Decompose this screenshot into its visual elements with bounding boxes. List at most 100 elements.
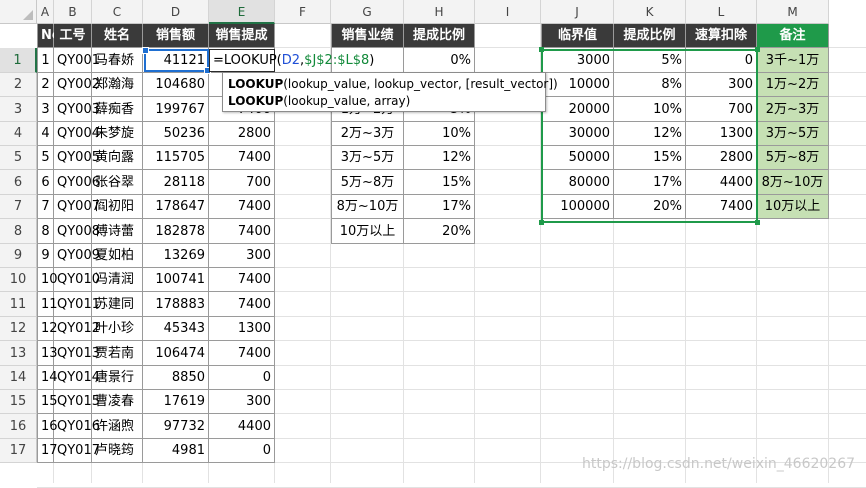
main-table-cell[interactable]: 178883 [143,292,209,317]
main-table-cell[interactable]: 7400 [209,195,275,219]
main-table-cell[interactable]: 3 [37,97,54,122]
rate-table-cell[interactable]: 15% [404,170,475,195]
main-table-cell[interactable]: QY005 [54,146,100,170]
row-header-14[interactable]: 14 [0,366,37,390]
main-table-cell[interactable]: 100741 [143,268,209,292]
main-table-cell[interactable]: QY002 [54,73,100,97]
row-header-8[interactable]: 8 [0,219,37,244]
main-table-cell[interactable]: 1300 [209,317,275,341]
main-table-cell[interactable]: 0 [209,366,275,390]
row-header-7[interactable]: 7 [0,195,37,219]
main-table-cell[interactable]: 10 [37,268,58,292]
formula-edit-cell-e2[interactable]: =LOOKUP(D2,$J$2:$L$8) [209,49,374,72]
column-header-f[interactable]: F [275,0,331,24]
main-table-cell[interactable]: 300 [209,390,275,414]
rate-table-cell[interactable]: 2万~3万 [331,122,404,146]
rate-table-cell[interactable]: 10% [404,122,475,146]
main-table-cell[interactable]: 7 [37,195,54,219]
column-header-l[interactable]: L [686,0,757,24]
column-header-d[interactable]: D [143,0,209,24]
main-table-cell[interactable]: 17619 [143,390,209,414]
main-table-cell[interactable]: 199767 [143,97,209,122]
threshold-table-cell[interactable]: 15% [614,146,686,170]
threshold-table-cell[interactable]: 7400 [686,195,757,219]
threshold-table-cell[interactable]: 17% [614,170,686,195]
remark-cell[interactable]: 10万以上 [757,195,829,219]
main-table-cell[interactable]: 4981 [143,439,209,463]
main-table-cell[interactable]: 2 [37,73,54,97]
main-table-cell[interactable]: QY008 [54,219,100,244]
main-table-cell[interactable]: 4400 [209,414,275,439]
main-header-cell[interactable]: 姓名 [92,24,143,48]
column-header-i[interactable]: I [475,0,541,24]
main-table-cell[interactable]: 唐景行 [92,366,143,390]
main-table-cell[interactable]: QY016 [54,414,100,439]
row-header-9[interactable]: 9 [0,244,37,268]
main-table-cell[interactable]: 28118 [143,170,209,195]
main-table-cell[interactable]: 12 [37,317,58,341]
remark-cell[interactable]: 3万~5万 [757,122,829,146]
main-table-cell[interactable]: 曹凌春 [92,390,143,414]
main-table-cell[interactable]: QY013 [54,341,100,366]
main-header-cell[interactable]: 销售提成 [209,24,275,48]
row-header-11[interactable]: 11 [0,292,37,317]
main-header-cell[interactable]: No [37,24,61,48]
main-table-cell[interactable]: 15 [37,390,58,414]
remark-cell[interactable]: 1万~2万 [757,73,829,97]
column-header-c[interactable]: C [92,0,143,24]
column-header-m[interactable]: M [757,0,829,24]
main-table-cell[interactable]: QY011 [54,292,100,317]
row-header-4[interactable]: 4 [0,122,37,146]
main-table-cell[interactable]: 9 [37,244,54,268]
rate-table-cell[interactable]: 8万~10万 [331,195,404,219]
threshold-table-cell[interactable]: 50000 [541,146,614,170]
active-cell-d2-selection[interactable] [142,47,211,74]
threshold-header-cell[interactable]: 速算扣除 [686,24,757,48]
main-table-cell[interactable]: QY006 [54,170,100,195]
remark-cell[interactable]: 3千~1万 [757,48,829,73]
threshold-table-cell[interactable]: 1300 [686,122,757,146]
column-header-j[interactable]: J [541,0,614,24]
main-table-cell[interactable]: 7400 [209,146,275,170]
main-table-cell[interactable]: 7400 [209,341,275,366]
rate-table-cell[interactable]: 5万~8万 [331,170,404,195]
main-table-cell[interactable]: 4 [37,122,54,146]
threshold-table-cell[interactable]: 20000 [541,97,614,122]
main-table-cell[interactable]: 182878 [143,219,209,244]
threshold-table-cell[interactable]: 8% [614,73,686,97]
rate-table-cell[interactable]: 12% [404,146,475,170]
column-header-b[interactable]: B [54,0,92,24]
main-header-cell[interactable]: 销售额 [143,24,209,48]
main-table-cell[interactable]: 700 [209,170,275,195]
main-table-cell[interactable]: 1 [37,48,54,73]
threshold-table-cell[interactable]: 12% [614,122,686,146]
main-table-cell[interactable]: 14 [37,366,58,390]
main-table-cell[interactable]: 7400 [209,292,275,317]
main-table-cell[interactable]: 97732 [143,414,209,439]
column-header-k[interactable]: K [614,0,686,24]
threshold-header-cell[interactable]: 提成比例 [614,24,686,48]
main-table-cell[interactable]: QY004 [54,122,100,146]
remark-cell[interactable]: 8万~10万 [757,170,829,195]
selection-handle[interactable] [142,47,149,54]
threshold-table-cell[interactable]: 700 [686,97,757,122]
main-table-cell[interactable]: 17 [37,439,58,463]
main-table-cell[interactable]: 13269 [143,244,209,268]
column-header-a[interactable]: A [37,0,54,24]
remark-cell[interactable]: 2万~3万 [757,97,829,122]
main-table-cell[interactable]: 115705 [143,146,209,170]
rate-table-cell[interactable]: 10万以上 [331,219,404,244]
main-table-cell[interactable]: 许涵煦 [92,414,143,439]
main-table-cell[interactable]: 178647 [143,195,209,219]
threshold-table-cell[interactable]: 20% [614,195,686,219]
rate-header-cell[interactable]: 提成比例 [404,24,475,48]
main-table-cell[interactable]: 郑瀚海 [92,73,143,97]
threshold-table-cell[interactable]: 4400 [686,170,757,195]
rate-table-cell[interactable]: 20% [404,219,475,244]
main-table-cell[interactable]: QY001 [54,48,100,73]
main-table-cell[interactable]: 薛痴香 [92,97,143,122]
row-header-10[interactable]: 10 [0,268,37,292]
column-header-g[interactable]: G [331,0,404,24]
main-table-cell[interactable]: 冯清润 [92,268,143,292]
main-table-cell[interactable]: 阎初阳 [92,195,143,219]
